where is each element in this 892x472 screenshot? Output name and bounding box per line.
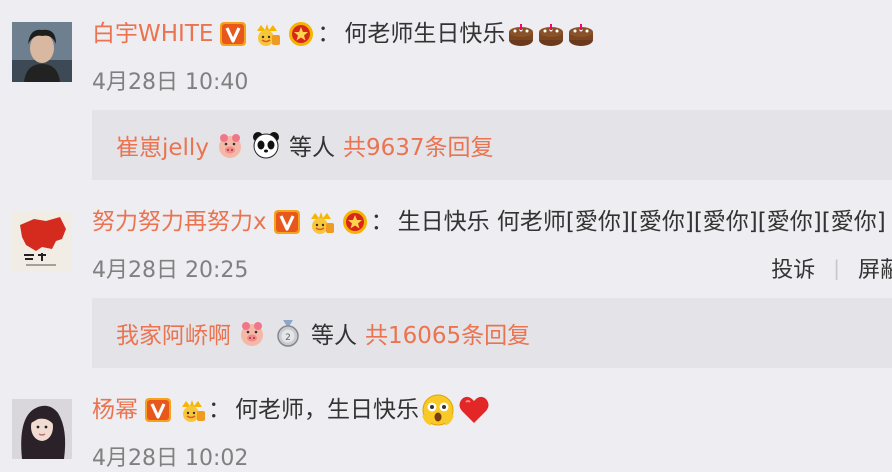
reply-summary[interactable]: 崔崽jelly 等人 共9637条回复 <box>92 110 892 180</box>
comment-line: 白宇WHITE ： 何老师生日快乐 <box>92 14 595 54</box>
verified-v-icon[interactable] <box>273 209 301 235</box>
timestamp: 4月28日 10:40 <box>92 70 249 95</box>
comment-line: 杨幂 ： 何老师，生日快乐 <box>92 390 491 430</box>
avatar[interactable] <box>12 22 72 82</box>
reply-others-label: 等人 <box>311 323 357 349</box>
username-link[interactable]: 努力努力再努力x <box>92 202 267 242</box>
verified-v-icon[interactable] <box>144 397 172 423</box>
pig-badge-icon <box>215 130 245 160</box>
reply-count-link[interactable]: 共16065条回复 <box>365 316 530 350</box>
comment-line: 努力努力再努力x ： 生日快乐 何老师[愛你][愛你][愛你][愛你][愛你] <box>92 202 886 242</box>
block-button[interactable]: 屏蔽 <box>858 252 892 284</box>
cake-emoji <box>507 20 535 48</box>
reply-count-link[interactable]: 共9637条回复 <box>343 128 494 162</box>
avatar-image <box>12 22 72 82</box>
pig-badge-icon <box>237 318 267 348</box>
reply-username-link[interactable]: 崔崽jelly <box>116 128 209 162</box>
username-link[interactable]: 杨幂 <box>92 390 138 430</box>
gold-fan-icon[interactable] <box>253 21 281 47</box>
silver-medal-icon: 2 <box>273 318 303 348</box>
divider: | <box>833 256 840 280</box>
cake-emoji <box>567 20 595 48</box>
username-link[interactable]: 白宇WHITE <box>92 14 213 54</box>
avatar-image <box>12 399 72 459</box>
comment-text: 何老师生日快乐 <box>344 21 506 47</box>
reply-username-link[interactable]: 我家阿峤啊 <box>116 316 231 350</box>
red-star-badge-icon[interactable] <box>341 209 369 235</box>
timestamp: 4月28日 10:02 <box>92 446 249 471</box>
verified-v-icon[interactable] <box>219 21 247 47</box>
comment-text: 何老师，生日快乐 <box>235 397 419 423</box>
svg-text:2: 2 <box>285 333 291 343</box>
reply-summary[interactable]: 我家阿峤啊 2 等人 共16065条回复 <box>92 298 892 368</box>
gold-fan-icon[interactable] <box>307 209 335 235</box>
reply-others-label: 等人 <box>288 135 335 161</box>
avatar[interactable] <box>12 211 72 271</box>
comment-text: 生日快乐 何老师[愛你][愛你][愛你][愛你][愛你] <box>397 209 886 235</box>
red-star-badge-icon[interactable] <box>287 21 315 47</box>
cake-emoji <box>537 20 565 48</box>
avatar-image <box>12 211 72 271</box>
avatar[interactable] <box>12 399 72 459</box>
panda-icon <box>251 130 281 160</box>
timestamp: 4月28日 20:25 <box>92 258 249 283</box>
report-button[interactable]: 投诉 <box>771 252 815 284</box>
shocked-face-emoji <box>421 393 455 427</box>
comment-actions: 投诉 | 屏蔽 <box>771 252 892 284</box>
red-heart-emoji <box>457 393 491 427</box>
gold-fan-icon[interactable] <box>178 397 206 423</box>
